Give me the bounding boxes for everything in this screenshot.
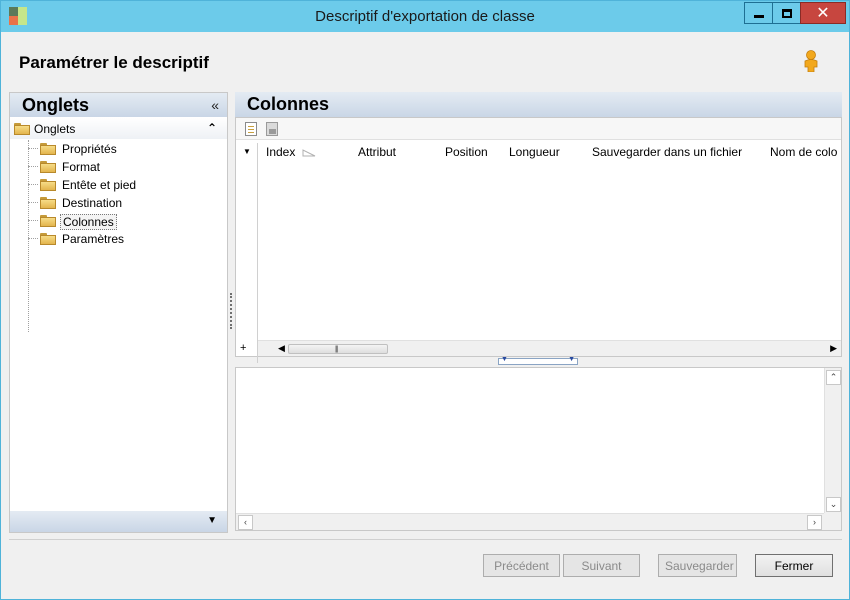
column-header-index[interactable]: Index — [266, 145, 295, 159]
grid-toolbar — [236, 118, 841, 140]
tree-item-label: Destination — [62, 196, 123, 210]
column-header-nom-de-colonne[interactable]: Nom de colo — [770, 145, 840, 159]
horizontal-splitter[interactable]: ▼ ▼ — [498, 356, 578, 365]
tree-item-proprietes[interactable]: Propriétés — [28, 140, 228, 158]
vertical-scrollbar[interactable]: ⌃ ⌄ — [824, 368, 841, 514]
folder-icon — [40, 161, 56, 173]
minimize-button[interactable] — [744, 2, 772, 24]
details-text-area[interactable]: ⌃ ⌄ ‹ › — [235, 367, 842, 531]
collapse-panel-icon[interactable]: « — [211, 97, 219, 113]
scroll-left-icon[interactable]: ‹ — [238, 515, 253, 530]
scroll-thumb[interactable]: ||| — [288, 344, 388, 354]
chevron-up-icon[interactable]: ⌃ — [207, 121, 217, 135]
export-descriptor-window: Descriptif d'exportation de classe ✕ Par… — [0, 0, 850, 600]
tree-item-colonnes[interactable]: Colonnes — [28, 212, 228, 230]
folder-icon — [40, 143, 56, 155]
tree-item-label: Paramètres — [62, 232, 125, 246]
tree-item-label: Colonnes — [60, 214, 117, 230]
folder-icon — [40, 179, 56, 191]
folder-open-icon — [40, 215, 56, 227]
tree-item-entete-et-pied[interactable]: Entête et pied — [28, 176, 228, 194]
scroll-up-icon[interactable]: ⌃ — [826, 370, 841, 385]
splitter-arrow-icon: ▼ — [501, 356, 508, 363]
folder-icon — [40, 233, 56, 245]
new-document-icon[interactable] — [245, 122, 257, 136]
close-icon: ✕ — [816, 3, 830, 22]
page-header: Paramétrer le descriptif — [9, 32, 842, 91]
previous-button[interactable]: Précédent — [483, 554, 560, 577]
tabs-panel-title: Onglets — [22, 95, 90, 115]
tabs-panel-footer[interactable]: ▼ — [10, 511, 227, 532]
footer-divider — [9, 539, 842, 540]
close-dialog-button[interactable]: Fermer — [755, 554, 833, 577]
tree-item-label: Propriétés — [62, 142, 117, 156]
tree-item-label: Entête et pied — [62, 178, 137, 192]
save-button[interactable]: Sauvegarder — [658, 554, 737, 577]
tree-item-parametres[interactable]: Paramètres — [28, 230, 228, 248]
scroll-right-icon[interactable]: › — [807, 515, 822, 530]
columns-panel-header: Colonnes — [235, 92, 842, 117]
tree-root-label: Onglets — [34, 122, 76, 136]
column-header-longueur[interactable]: Longueur — [509, 145, 560, 159]
column-header-position[interactable]: Position — [445, 145, 488, 159]
tree-root-onglets[interactable]: Onglets ⌃ — [10, 118, 227, 139]
close-button[interactable]: ✕ — [800, 2, 846, 24]
folder-icon — [14, 123, 30, 135]
maximize-button[interactable] — [772, 2, 800, 24]
columns-panel-title: Colonnes — [247, 94, 330, 114]
tree-item-label: Format — [62, 160, 101, 174]
scroll-right-icon[interactable]: ▶ — [830, 343, 837, 354]
folder-icon — [40, 197, 56, 209]
tree-item-destination[interactable]: Destination — [28, 194, 228, 212]
next-button[interactable]: Suivant — [563, 554, 640, 577]
page-title: Paramétrer le descriptif — [19, 53, 209, 72]
column-header-attribut[interactable]: Attribut — [358, 145, 396, 159]
title-bar[interactable]: Descriptif d'exportation de classe ✕ — [1, 1, 849, 32]
chevron-down-icon[interactable]: ▼ — [207, 515, 217, 526]
grid-header: ▼ Index Attribut Position Longueur Sauve… — [236, 143, 841, 363]
row-selector-column: ▼ — [236, 143, 258, 363]
sort-ascending-icon — [302, 149, 316, 157]
tree-item-format[interactable]: Format — [28, 158, 228, 176]
add-row-icon[interactable]: + — [240, 342, 246, 354]
tabs-panel-header: Onglets « — [10, 93, 227, 117]
columns-grid: ▼ Index Attribut Position Longueur Sauve… — [235, 117, 842, 363]
splitter-arrow-icon: ▼ — [568, 356, 575, 363]
maximize-icon — [781, 8, 792, 18]
minimize-icon — [753, 14, 764, 18]
scrollbar-corner — [824, 513, 841, 530]
tabs-panel: Onglets « Onglets ⌃ Propriétés Format En… — [9, 92, 228, 533]
scroll-down-icon[interactable]: ⌄ — [826, 497, 841, 512]
row-menu-icon[interactable]: ▼ — [243, 147, 251, 156]
grid-horizontal-scrollbar[interactable]: + ◀ ||| ▶ — [240, 340, 841, 356]
vertical-splitter[interactable] — [230, 293, 232, 329]
horizontal-scrollbar[interactable]: ‹ › — [236, 513, 824, 530]
window-title: Descriptif d'exportation de classe — [315, 8, 535, 25]
image-icon[interactable] — [266, 122, 278, 136]
user-icon[interactable] — [803, 50, 819, 72]
column-header-sauvegarder[interactable]: Sauvegarder dans un fichier — [592, 145, 742, 159]
scroll-left-icon[interactable]: ◀ — [278, 343, 285, 354]
